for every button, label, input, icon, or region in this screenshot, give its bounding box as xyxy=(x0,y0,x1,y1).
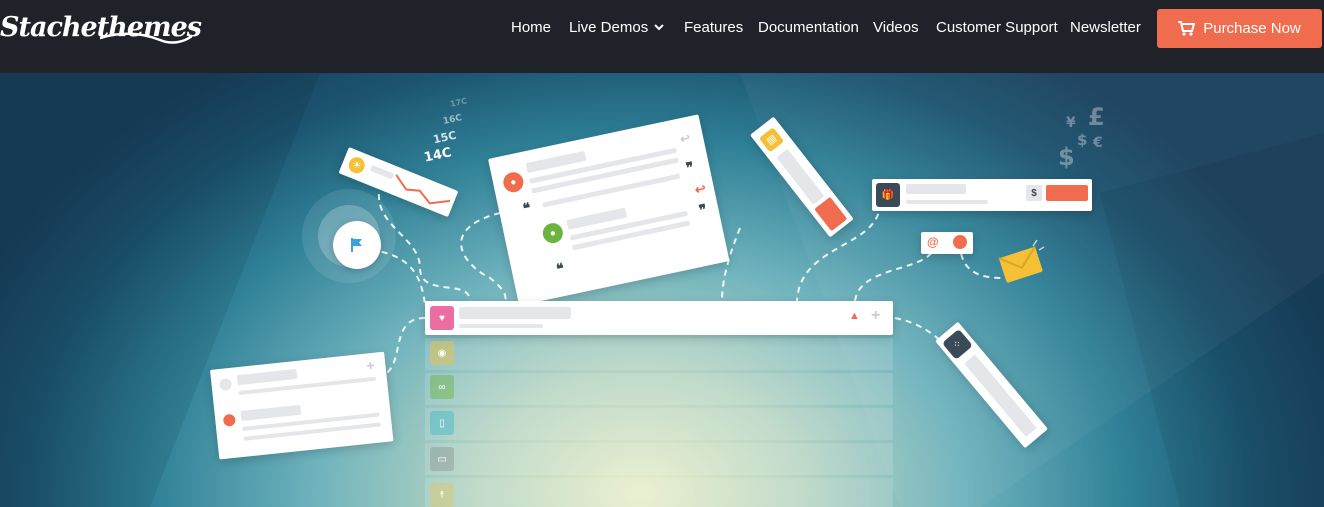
quote-icon-3: ❞ xyxy=(684,158,696,176)
reply-icon[interactable]: ↩ xyxy=(679,131,692,147)
flag-bubble[interactable] xyxy=(333,221,381,269)
gift-icon: 🎁 xyxy=(876,183,900,207)
clock-icon-3 xyxy=(222,413,236,427)
top-navbar: Stachethemes Home Live Demos Features Do… xyxy=(0,0,1324,73)
bell-icon[interactable]: ▲ xyxy=(849,310,860,322)
plus-icon[interactable]: + xyxy=(871,307,880,325)
hero-illustration: ☀ 17C 16C 15C 14C ● ❝ ● ❝ ↩ ❞ ↩ ❞ ▤ 🎁 $ xyxy=(0,73,1324,507)
product-card: 🎁 $ xyxy=(872,179,1092,211)
euro-symbol: € xyxy=(1093,135,1103,151)
envelope-icon xyxy=(998,239,1045,283)
reply-icon-2[interactable]: ↩ xyxy=(693,181,707,199)
app-grid-icon: ⁘ xyxy=(941,328,973,360)
notification-chip: @ xyxy=(921,232,973,254)
nav-live-demos[interactable]: Live Demos xyxy=(569,19,664,37)
nav-features[interactable]: Features xyxy=(684,19,743,37)
schedule-card: + xyxy=(210,351,394,460)
yen-symbol: ¥ xyxy=(1066,115,1076,131)
purchase-now-label: Purchase Now xyxy=(1203,20,1301,37)
plus-icon-2[interactable]: + xyxy=(366,357,376,374)
nav-live-demos-label: Live Demos xyxy=(569,19,649,36)
nav-documentation[interactable]: Documentation xyxy=(758,19,859,37)
bike-icon: ∞ xyxy=(430,375,454,399)
dollar-symbol-small: $ xyxy=(1077,131,1088,149)
bus-icon: ▭ xyxy=(430,447,454,471)
main-list-card[interactable]: ♥ ▲ + xyxy=(425,301,893,335)
ticket-icon: ▤ xyxy=(758,127,785,153)
camera-icon: ◉ xyxy=(430,341,454,365)
flag-icon xyxy=(351,238,362,252)
clock-icon xyxy=(953,235,967,249)
nav-customer-support[interactable]: Customer Support xyxy=(936,19,1058,37)
user-avatar-icon: ● xyxy=(501,170,526,195)
sun-icon: ☀ xyxy=(346,154,368,176)
mug-icon: ▯ xyxy=(430,411,454,435)
heart-icon: ♥ xyxy=(430,306,454,330)
nav-videos[interactable]: Videos xyxy=(873,19,919,37)
at-icon: @ xyxy=(927,235,939,249)
nav-newsletter[interactable]: Newsletter xyxy=(1070,19,1141,37)
add-to-cart-tag[interactable] xyxy=(1046,185,1088,201)
dollar-symbol-large: $ xyxy=(1058,143,1075,171)
pound-symbol: £ xyxy=(1088,103,1105,131)
nav-home[interactable]: Home xyxy=(511,19,551,37)
user-avatar-icon-2: ● xyxy=(540,221,565,246)
quote-icon: ❝ xyxy=(521,199,533,217)
chevron-down-icon xyxy=(654,24,664,31)
cart-icon xyxy=(1178,21,1196,36)
logo-swash-icon xyxy=(100,32,192,44)
dollar-icon: $ xyxy=(1026,185,1042,201)
quote-icon-4: ❞ xyxy=(697,200,709,219)
purchase-now-button[interactable]: Purchase Now xyxy=(1157,9,1322,48)
misc-icon: ☨ xyxy=(430,483,454,507)
clock-icon-2 xyxy=(219,377,233,392)
quote-icon-2: ❝ xyxy=(554,259,566,278)
